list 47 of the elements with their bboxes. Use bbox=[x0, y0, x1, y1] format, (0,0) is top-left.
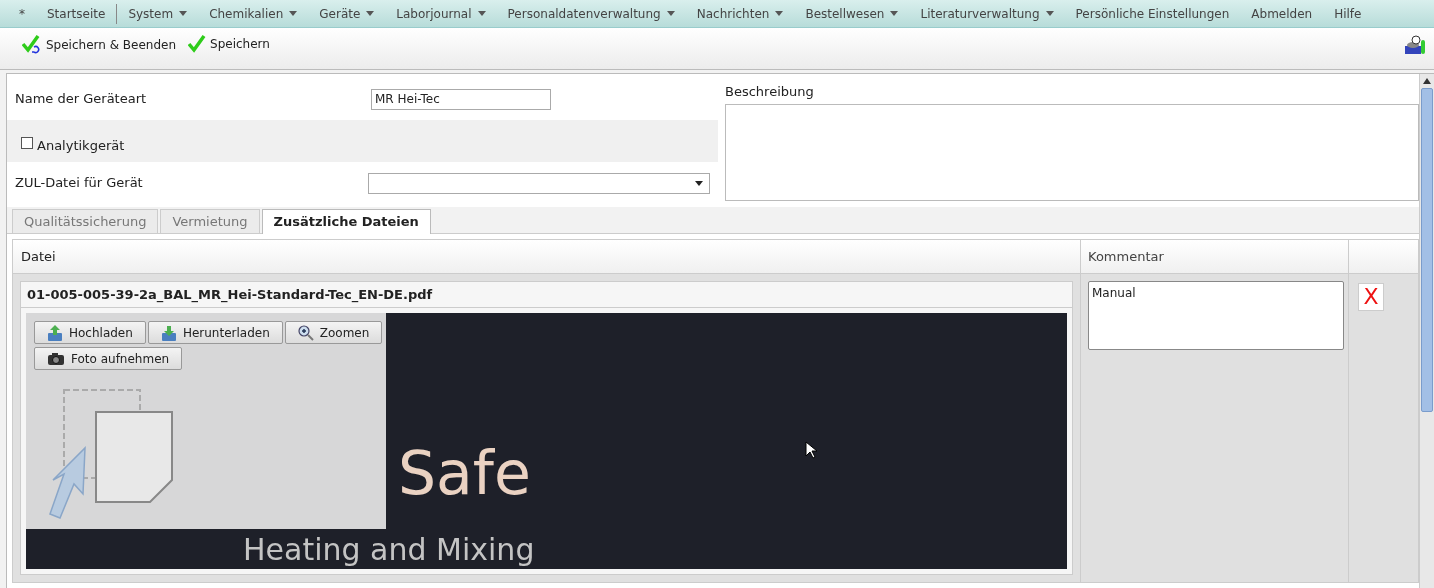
menu-item[interactable]: Startseite bbox=[36, 0, 117, 27]
menu-item[interactable]: Abmelden bbox=[1240, 0, 1324, 27]
field-label: Beschreibung bbox=[725, 83, 815, 101]
action-button[interactable]: Herunterladen bbox=[147, 321, 283, 344]
menu-item[interactable]: Nachrichten bbox=[685, 0, 795, 27]
menu-item[interactable]: Hilfe bbox=[1323, 0, 1373, 27]
menu-item[interactable]: * bbox=[8, 0, 36, 27]
preview-title: Safe bbox=[398, 443, 531, 503]
tab[interactable]: Zusätzliche Dateien bbox=[261, 209, 431, 234]
toolbar-button[interactable]: Speichern bbox=[188, 35, 270, 53]
menu-item[interactable]: System bbox=[117, 0, 199, 27]
analytic-checkbox[interactable] bbox=[21, 137, 33, 149]
scrollbar-thumb[interactable] bbox=[1421, 88, 1433, 412]
toolbar-button[interactable]: Speichern & Beenden bbox=[22, 35, 177, 55]
menu-item[interactable]: Persönliche Einstellungen bbox=[1064, 0, 1241, 27]
menu-item[interactable]: Bestellwesen bbox=[794, 0, 910, 27]
caret-icon bbox=[695, 180, 703, 186]
zul-file-select[interactable] bbox=[368, 172, 710, 194]
menu-item[interactable]: Personaldatenverwaltung bbox=[496, 0, 686, 27]
tab[interactable]: Qualitätssicherung bbox=[12, 209, 159, 233]
mouse-cursor-icon bbox=[805, 441, 817, 459]
action-button[interactable]: Zoomen bbox=[284, 321, 383, 344]
preview-subtitle: Heating and Mixing bbox=[243, 535, 535, 565]
folder-down-arrow-icon bbox=[160, 323, 177, 342]
menu-item[interactable]: Chemikalien bbox=[198, 0, 309, 27]
comment-textarea[interactable]: Manual bbox=[1088, 281, 1344, 350]
magnifier-icon bbox=[297, 324, 314, 341]
delete-button[interactable]: X bbox=[1358, 283, 1384, 311]
file-name: 01-005-005-39-2a_BAL_MR_Hei-Standard-Tec_EN-DE.pdf bbox=[21, 282, 1072, 308]
menu-item[interactable]: Laborjournal bbox=[385, 0, 497, 27]
checkmark-icon bbox=[188, 35, 207, 53]
action-button[interactable]: Foto aufnehmen bbox=[34, 347, 183, 370]
menu-item[interactable]: Literaturverwaltung bbox=[909, 0, 1065, 27]
checkbox-label: Analytikgerät bbox=[37, 137, 125, 156]
device-icon bbox=[1404, 35, 1426, 55]
description-textarea[interactable] bbox=[725, 103, 1419, 201]
field-label: ZUL-Datei für Gerät bbox=[15, 174, 144, 193]
name-input[interactable]: MR Hei-Tec bbox=[371, 88, 551, 110]
menu-item[interactable]: Geräte bbox=[308, 0, 386, 27]
folder-up-arrow-icon bbox=[47, 323, 63, 342]
camera-icon bbox=[47, 351, 65, 366]
column-header: Kommentar bbox=[1081, 240, 1349, 273]
field-label: Name der Geräteart bbox=[15, 90, 148, 109]
action-button[interactable]: Hochladen bbox=[34, 321, 146, 344]
column-header: Datei bbox=[13, 240, 1081, 273]
tab[interactable]: Vermietung bbox=[160, 209, 260, 233]
scroll-up-arrow-icon[interactable] bbox=[1423, 78, 1431, 84]
